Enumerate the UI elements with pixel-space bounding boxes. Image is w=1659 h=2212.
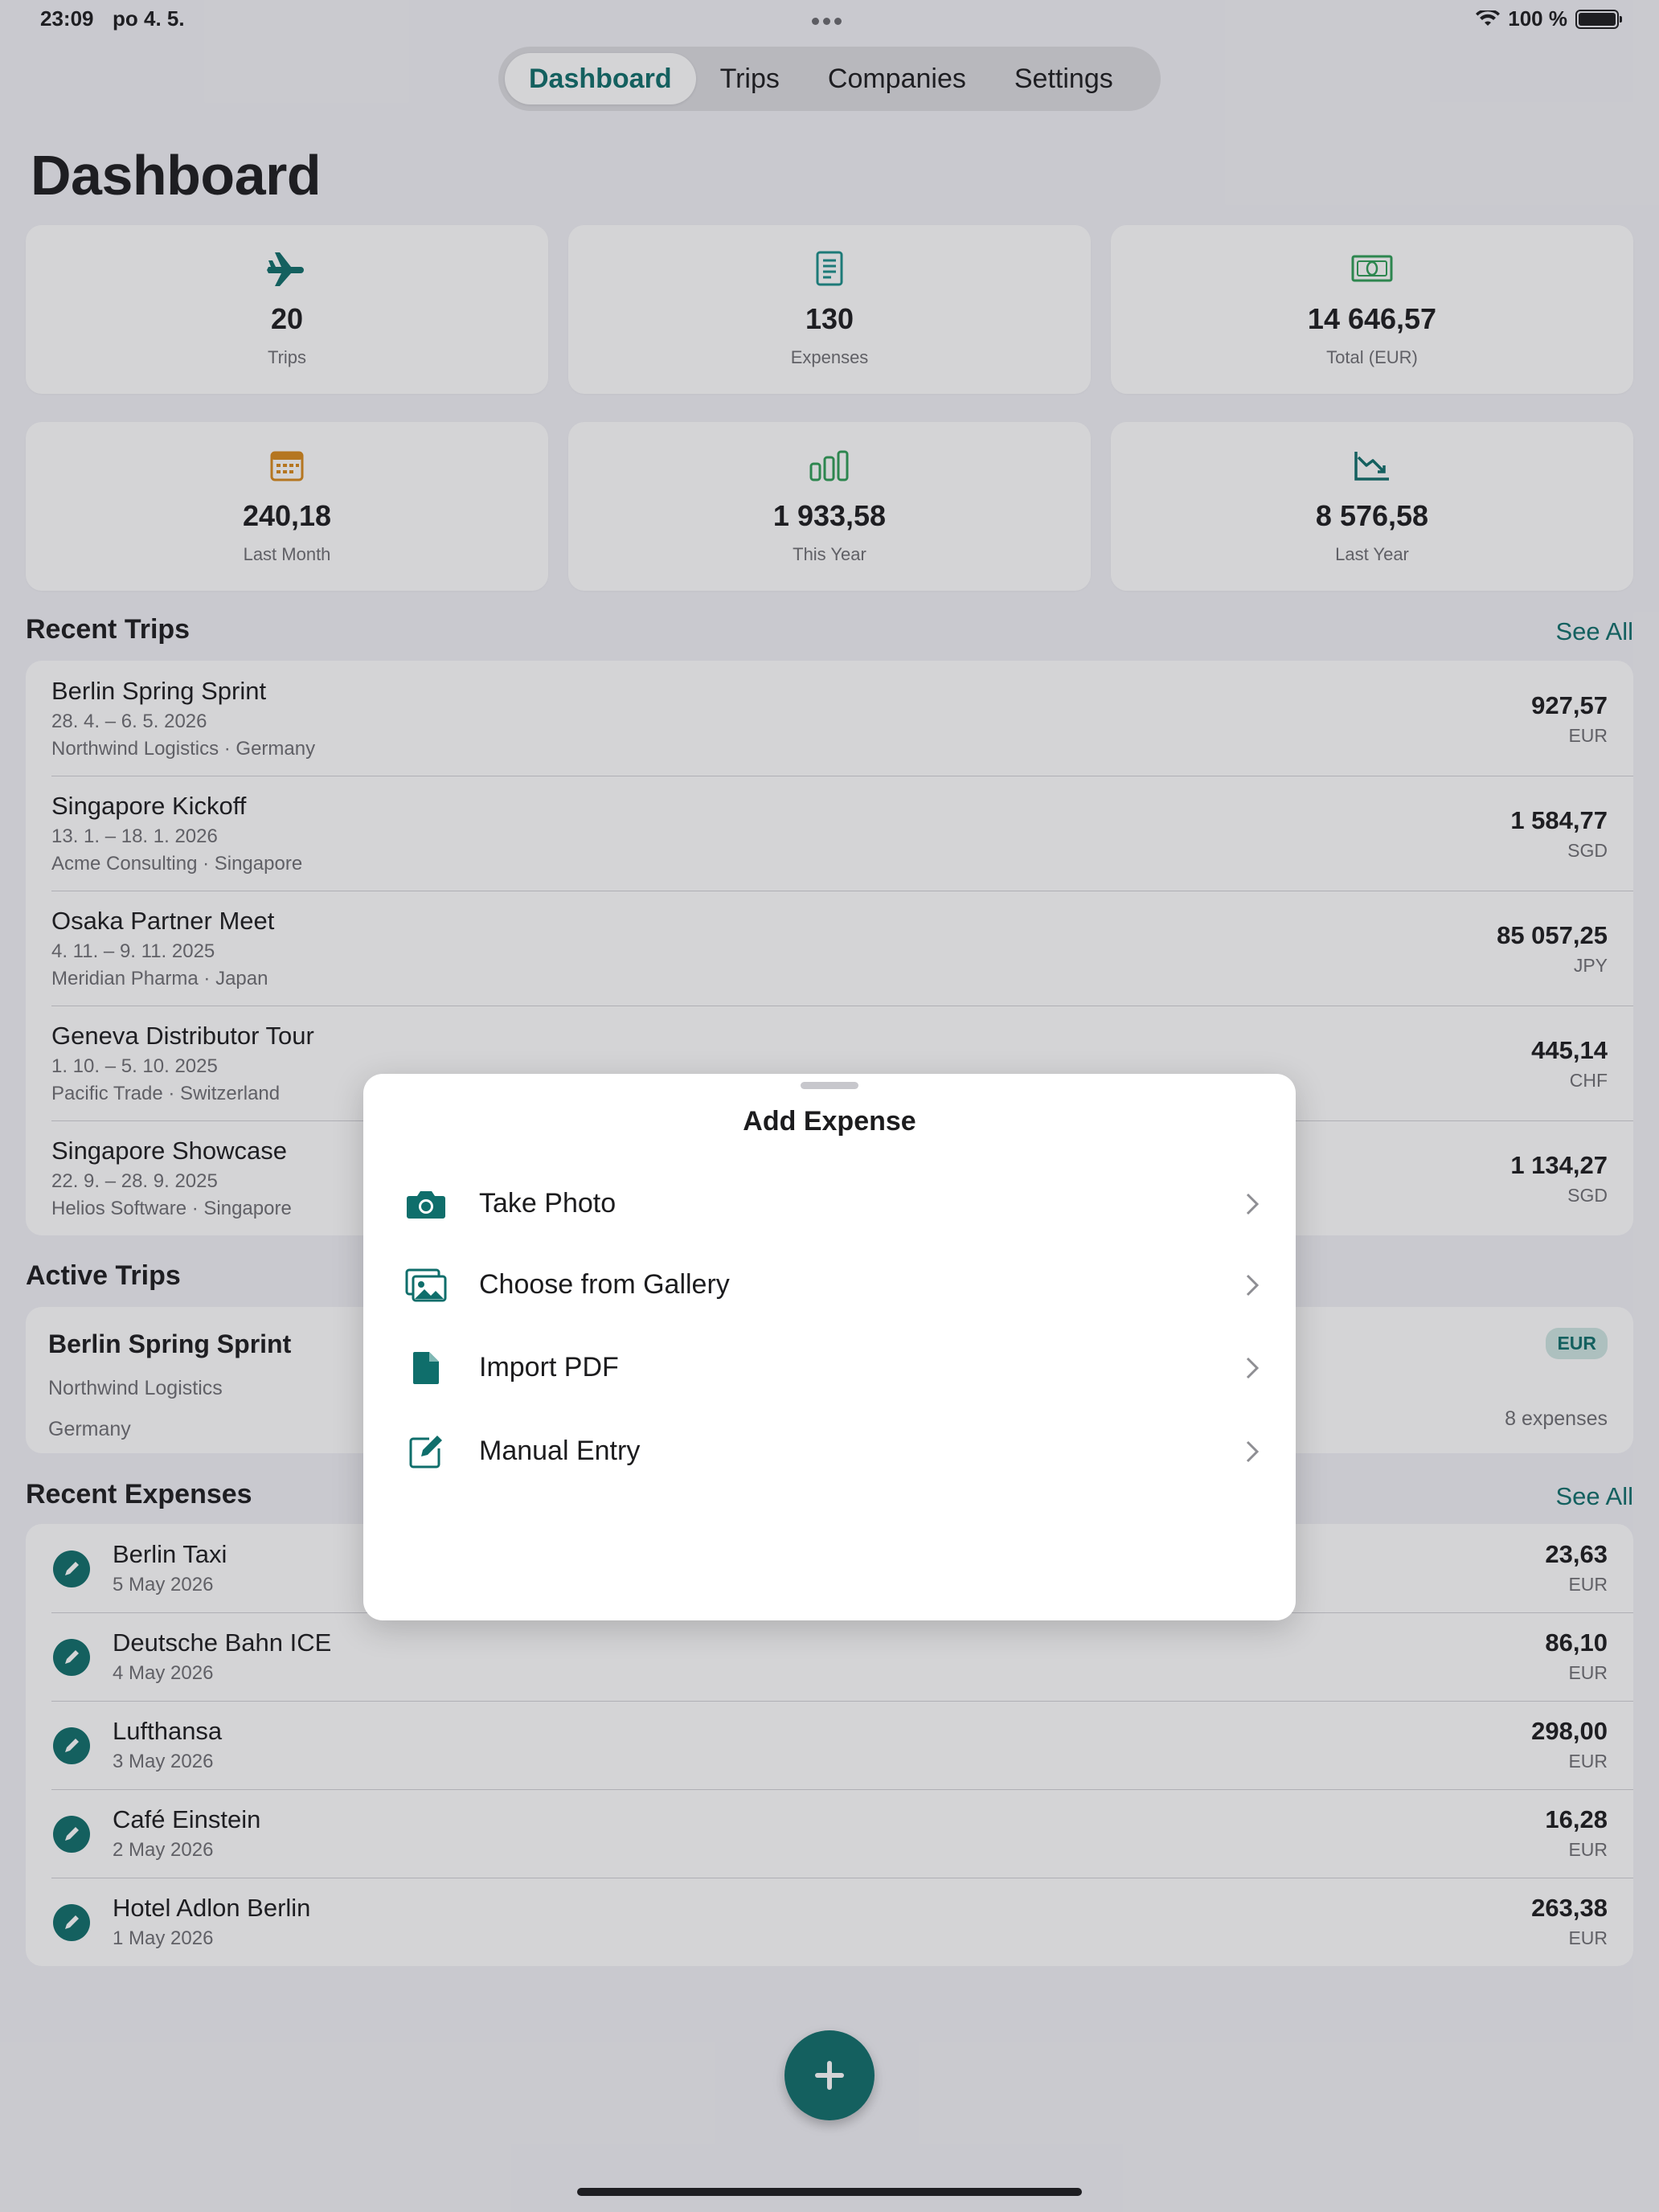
chevron-right-icon: [1246, 1193, 1260, 1215]
choose-from-gallery-option[interactable]: Choose from Gallery: [363, 1245, 1296, 1325]
document-icon: [405, 1350, 447, 1386]
sheet-title: Add Expense: [743, 1106, 916, 1137]
sheet-grabber[interactable]: [801, 1082, 858, 1089]
option-label: Import PDF: [479, 1352, 619, 1382]
option-label: Take Photo: [479, 1188, 616, 1219]
option-label: Choose from Gallery: [479, 1269, 730, 1300]
photo-gallery-icon: [405, 1268, 447, 1303]
add-expense-sheet: Add Expense Take Photo Choose from Galle…: [363, 1074, 1296, 1620]
chevron-right-icon: [1246, 1440, 1260, 1463]
manual-entry-option[interactable]: Manual Entry: [363, 1411, 1296, 1492]
compose-icon: [405, 1434, 447, 1469]
take-photo-option[interactable]: Take Photo: [363, 1164, 1296, 1244]
option-label: Manual Entry: [479, 1436, 641, 1466]
camera-icon: [405, 1186, 447, 1222]
chevron-right-icon: [1246, 1357, 1260, 1379]
chevron-right-icon: [1246, 1274, 1260, 1296]
import-pdf-option[interactable]: Import PDF: [363, 1328, 1296, 1408]
